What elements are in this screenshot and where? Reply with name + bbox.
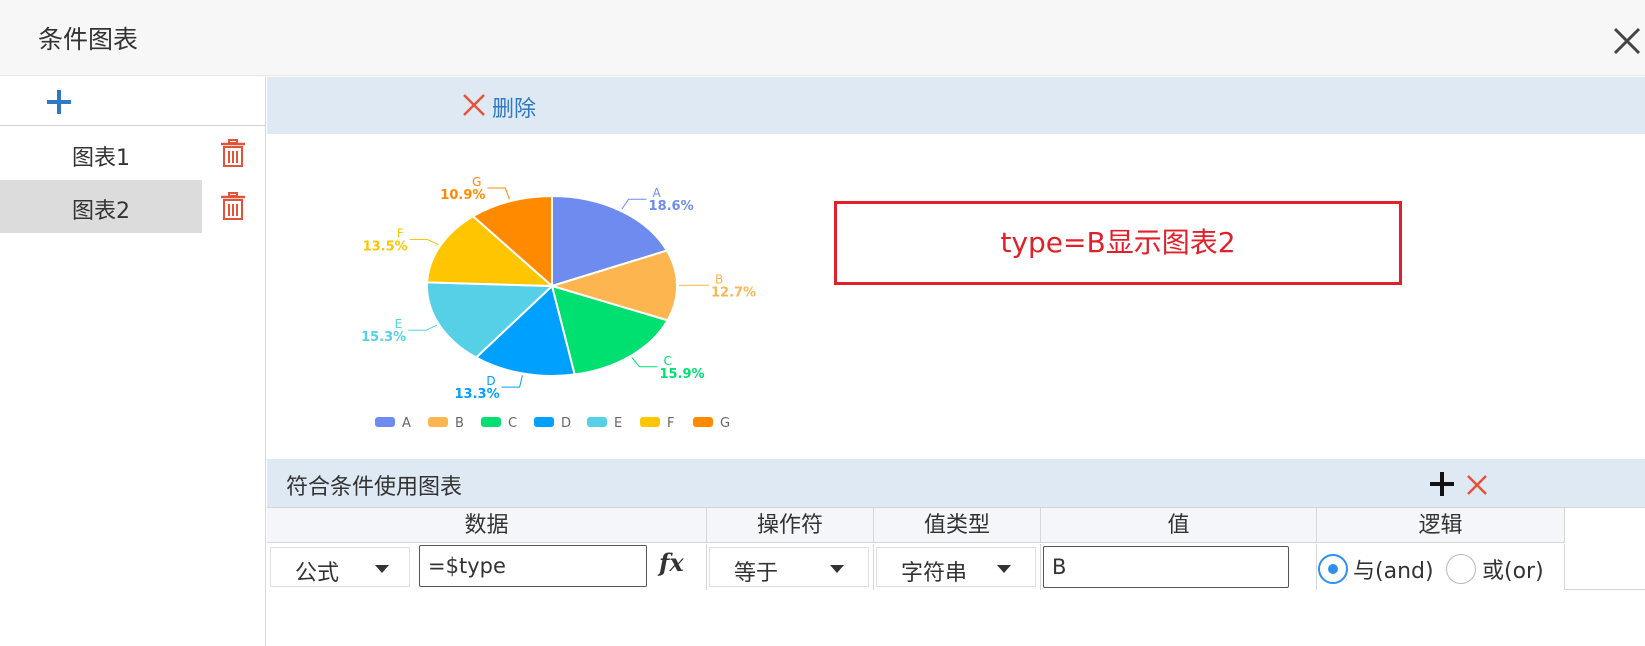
legend-swatch[interactable]: [587, 417, 607, 427]
pie-percent-label: 18.6%: [649, 199, 694, 214]
trash-icon[interactable]: [220, 192, 246, 221]
cell-value-type: 字符串: [874, 544, 1041, 590]
legend-swatch[interactable]: [640, 417, 660, 427]
column-header-data: 数据: [267, 508, 707, 543]
column-header-logic: 逻辑: [1317, 508, 1565, 543]
pie-percent-label: 13.5%: [363, 239, 408, 254]
chevron-down-icon: [375, 565, 389, 573]
legend-label[interactable]: F: [667, 416, 674, 431]
column-header-value: 值: [1041, 508, 1317, 543]
chart-list-item-label: 图表2: [72, 199, 130, 224]
legend-label[interactable]: A: [402, 416, 411, 431]
logic-or-label[interactable]: 或(or): [1482, 553, 1544, 585]
pie-label-line: [631, 357, 658, 368]
cell-logic: 与(and) 或(or): [1317, 544, 1565, 590]
trash-icon[interactable]: [220, 139, 246, 168]
pie-category-label: C: [663, 354, 671, 368]
pie-percent-label: 10.9%: [440, 188, 485, 203]
chart-editor: 删除 A 18.6% B 12.7% C 15.9% D 13.3% E 15.3% F 13.5% G…: [267, 77, 1645, 646]
cell-operator: 等于: [707, 544, 874, 590]
legend-label[interactable]: B: [455, 416, 464, 431]
chart-list-item-label: 图表1: [72, 146, 130, 171]
formula-input[interactable]: [419, 545, 647, 587]
pie-category-label: G: [472, 175, 481, 189]
logic-and-label[interactable]: 与(and): [1353, 553, 1434, 585]
operator-value: 等于: [734, 561, 779, 586]
pie-percent-label: 12.7%: [711, 285, 756, 300]
value-type-select[interactable]: 字符串: [876, 547, 1036, 587]
legend-swatch[interactable]: [375, 417, 395, 427]
dialog-title: 条件图表: [38, 25, 139, 54]
data-type-value: 公式: [295, 561, 340, 586]
logic-or-radio[interactable]: [1446, 554, 1476, 584]
legend-swatch[interactable]: [693, 417, 713, 427]
chart-list-panel: 图表1 图表2: [0, 77, 266, 646]
editor-toolbar: 删除: [267, 77, 1645, 134]
close-icon[interactable]: [1610, 24, 1644, 58]
x-icon: [463, 94, 485, 116]
pie-label-line: [408, 324, 438, 331]
pie-category-label: D: [486, 374, 495, 388]
formula-input-field[interactable]: [420, 546, 646, 586]
pie-label-line: [487, 187, 510, 200]
cell-data: 公式 fx: [267, 544, 707, 590]
column-header-value-type: 值类型: [874, 508, 1041, 543]
conditional-chart-dialog: 条件图表 图表1 图表2 删除 A 18.6% B 12.7% C 15.9% …: [0, 0, 1645, 646]
legend-label[interactable]: C: [508, 416, 517, 431]
legend-label[interactable]: D: [561, 416, 571, 431]
pie-category-label: A: [653, 186, 662, 200]
chevron-down-icon: [830, 565, 844, 573]
fx-icon[interactable]: fx: [659, 548, 684, 577]
delete-button-label: 删除: [492, 97, 537, 122]
logic-and-radio[interactable]: [1318, 554, 1348, 584]
chart-preview-area: A 18.6% B 12.7% C 15.9% D 13.3% E 15.3% F 13.5% G 10.…: [267, 134, 1645, 459]
conditions-header: 符合条件使用图表: [267, 459, 1645, 507]
legend-swatch[interactable]: [428, 417, 448, 427]
condition-note-text: type=B显示图表2: [1000, 226, 1236, 259]
legend-swatch[interactable]: [534, 417, 554, 427]
chart-list-item-2[interactable]: 图表2: [0, 180, 265, 233]
pie-label-line: [409, 239, 439, 246]
operator-select[interactable]: 等于: [709, 547, 869, 587]
plus-icon[interactable]: [46, 89, 72, 115]
pie-category-label: B: [715, 272, 723, 286]
value-input[interactable]: [1043, 546, 1289, 588]
data-type-select[interactable]: 公式: [270, 547, 410, 587]
pie-percent-label: 15.3%: [361, 330, 406, 345]
pie-label-line: [621, 198, 647, 210]
pie-category-label: F: [397, 226, 404, 240]
pie-category-label: E: [395, 317, 403, 331]
value-type-value: 字符串: [901, 561, 968, 586]
pie-chart: A18.6%B12.7%C15.9%D13.3%E15.3%F13.5%G10.…: [361, 175, 756, 431]
legend-label[interactable]: G: [720, 416, 730, 431]
conditions-title: 符合条件使用图表: [286, 475, 463, 500]
legend-swatch[interactable]: [481, 417, 501, 427]
chart-list-item-1[interactable]: 图表1: [0, 127, 265, 180]
conditions-table: 数据 操作符 值类型 值 逻辑 公式 fx 等于: [267, 507, 1645, 590]
dialog-titlebar: 条件图表: [0, 0, 1645, 76]
plus-icon[interactable]: [1430, 472, 1454, 496]
x-icon[interactable]: [1466, 474, 1488, 496]
pie-percent-label: 13.3%: [455, 387, 500, 402]
chevron-down-icon: [997, 565, 1011, 573]
chart-list-toolbar: [0, 77, 265, 126]
legend-label[interactable]: E: [614, 416, 622, 431]
condition-note-box: type=B显示图表2: [834, 201, 1402, 285]
pie-label-line: [501, 375, 523, 388]
cell-value: [1041, 544, 1317, 590]
pie-percent-label: 15.9%: [659, 367, 704, 382]
value-input-field[interactable]: [1044, 547, 1288, 587]
column-header-operator: 操作符: [707, 508, 874, 543]
